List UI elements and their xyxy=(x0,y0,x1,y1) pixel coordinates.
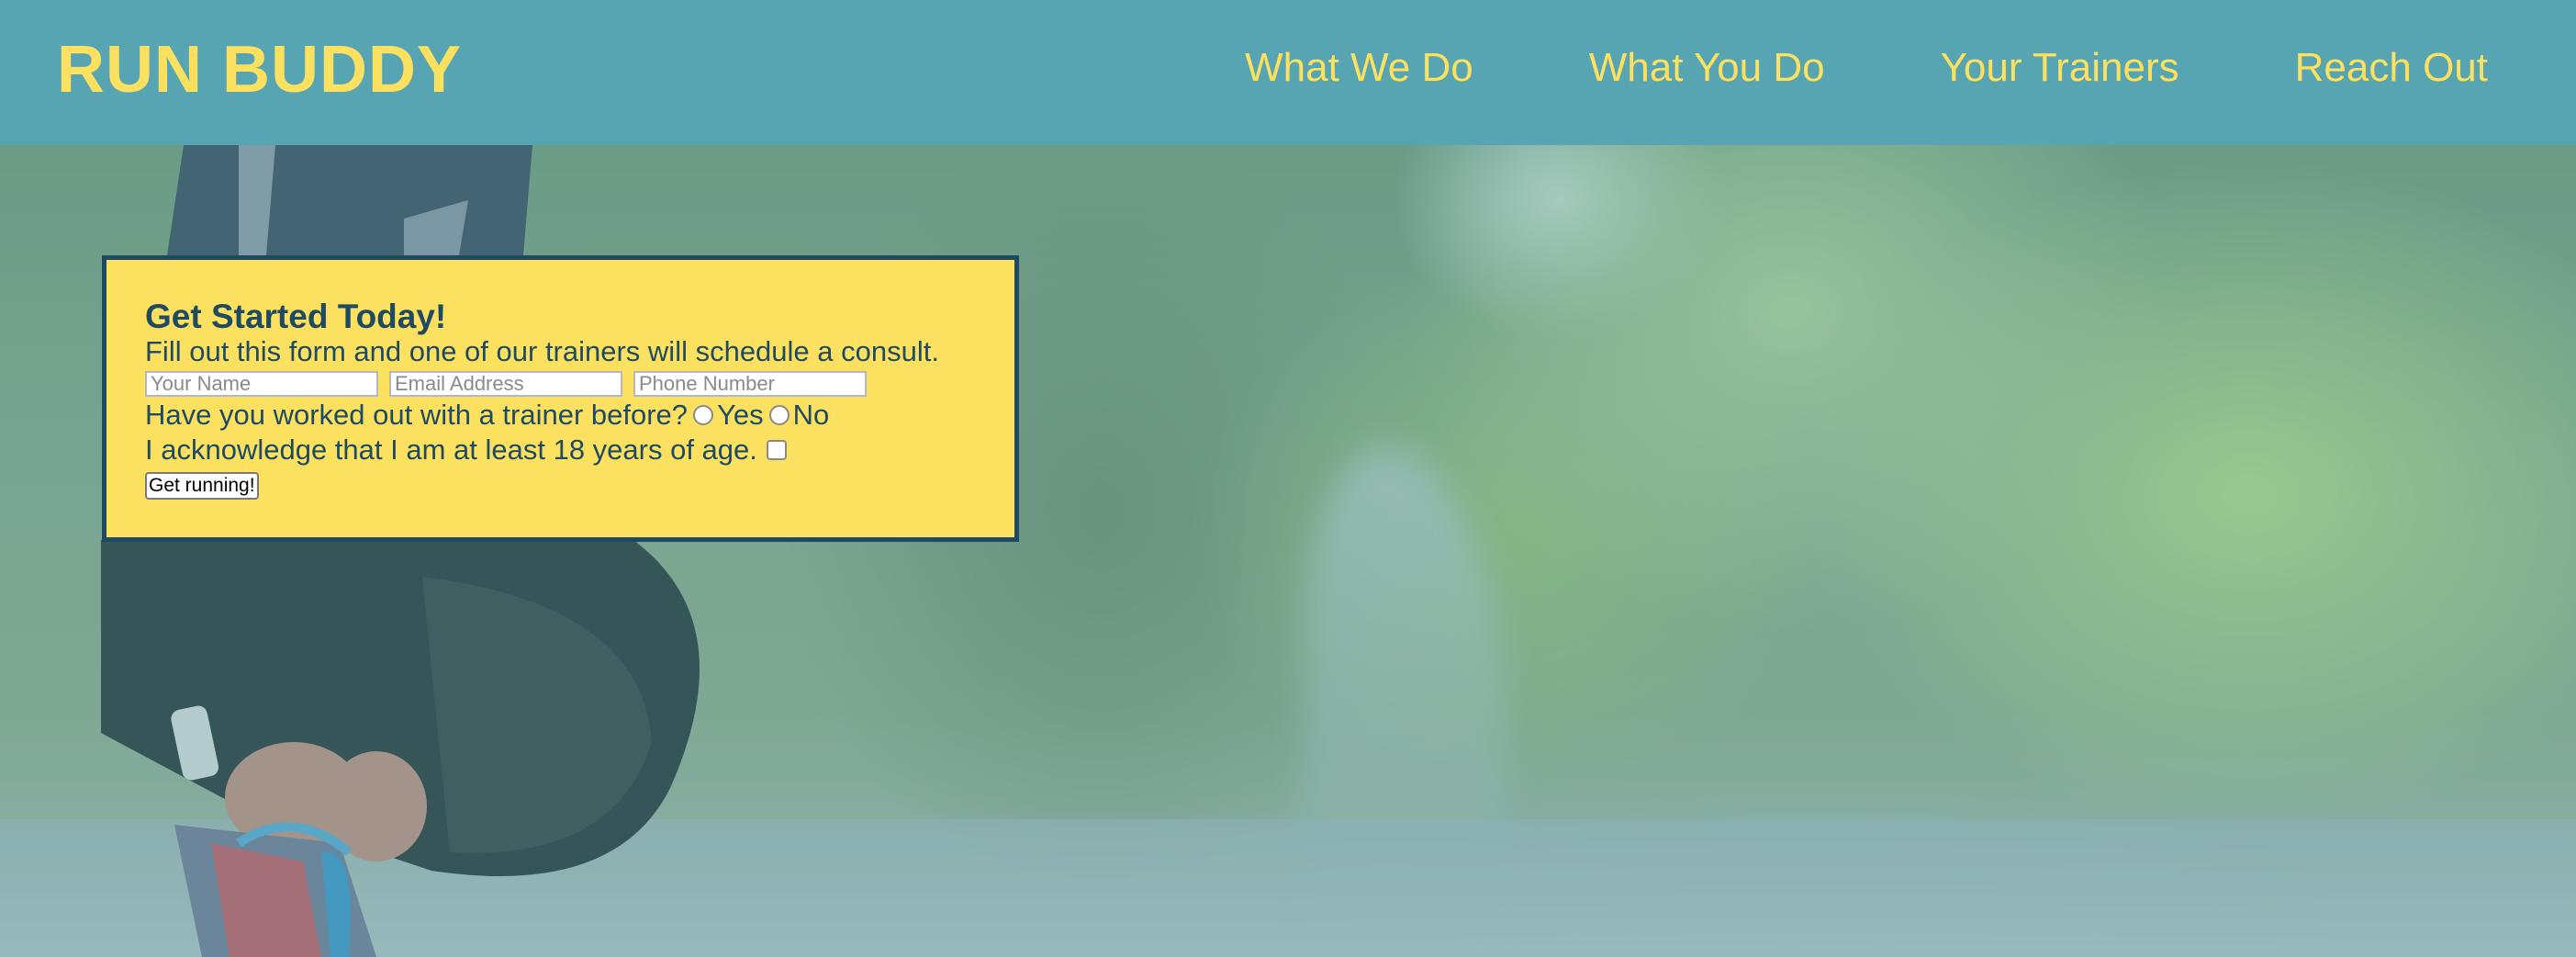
nav-item-your-trainers: Your Trainers xyxy=(1941,40,2179,96)
phone-input[interactable] xyxy=(633,371,867,397)
trainer-question-label: Have you worked out with a trainer befor… xyxy=(145,399,689,431)
no-radio[interactable] xyxy=(768,405,790,425)
nav-item-what-we-do: What We Do xyxy=(1245,40,1473,96)
nav-link-what-you-do[interactable]: What You Do xyxy=(1589,45,1825,90)
get-running-button[interactable]: Get running! xyxy=(145,472,259,500)
nav-link-reach-out[interactable]: Reach Out xyxy=(2295,45,2488,90)
email-input[interactable] xyxy=(389,371,622,397)
age-acknowledgement-row: I acknowledge that I am at least 18 year… xyxy=(145,433,978,467)
contact-inputs xyxy=(145,371,978,397)
nav-link-your-trainers[interactable]: Your Trainers xyxy=(1941,45,2179,90)
form-description: Fill out this form and one of our traine… xyxy=(145,335,939,367)
site-logo[interactable]: RUN BUDDY xyxy=(57,31,462,108)
no-label: No xyxy=(792,399,830,431)
yes-radio[interactable] xyxy=(693,405,714,425)
name-input[interactable] xyxy=(145,371,378,397)
nav-item-reach-out: Reach Out xyxy=(2295,40,2488,96)
get-started-form: Get Started Today! Fill out this form an… xyxy=(102,255,1019,542)
trainer-question-row: Have you worked out with a trainer befor… xyxy=(145,399,978,432)
site-header: RUN BUDDY What We Do What You Do Your Tr… xyxy=(0,0,2576,145)
age-checkbox[interactable] xyxy=(766,440,787,460)
main-nav: What We Do What You Do Your Trainers Rea… xyxy=(1129,40,2488,96)
nav-item-what-you-do: What You Do xyxy=(1589,40,1825,96)
form-title: Get Started Today! xyxy=(145,298,447,335)
nav-link-what-we-do[interactable]: What We Do xyxy=(1245,45,1473,90)
age-acknowledgement-label: I acknowledge that I am at least 18 year… xyxy=(145,433,757,466)
yes-label: Yes xyxy=(717,399,764,431)
